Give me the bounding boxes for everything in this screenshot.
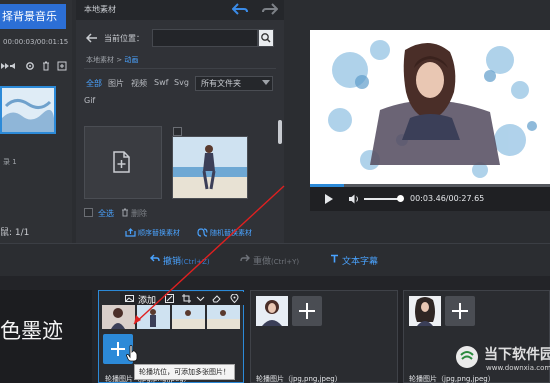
undo-label: 撤销 (163, 257, 182, 267)
volume-icon[interactable] (348, 193, 360, 205)
filter-tab-image[interactable]: 图片 (108, 78, 124, 89)
divider (84, 68, 276, 69)
title-card-text: 色墨迹 (0, 319, 63, 343)
add-file-icon[interactable] (110, 150, 132, 174)
scrollbar[interactable] (278, 120, 282, 144)
path-input[interactable] (152, 29, 258, 47)
delete-bgm-icon[interactable] (40, 60, 52, 72)
chevron-down-icon[interactable] (262, 80, 270, 86)
text-icon[interactable] (330, 254, 339, 263)
breadcrumb-separator: > (114, 56, 125, 64)
trash-icon[interactable] (121, 208, 129, 217)
left-toolbar (0, 60, 70, 74)
search-icon[interactable] (258, 29, 274, 47)
redo-icon[interactable] (240, 254, 250, 263)
current-path-label: 当前位置： (104, 34, 144, 43)
watermark-logo (455, 345, 479, 369)
page-indicator: 鼠: 1/1 (0, 228, 30, 238)
filter-tab-gif[interactable]: Gif (84, 96, 95, 105)
undo-arrow-icon[interactable] (232, 2, 248, 16)
slot-add-button[interactable] (445, 296, 475, 326)
slot-add-button[interactable] (292, 296, 322, 326)
add-bgm-icon[interactable] (56, 60, 68, 72)
filter-tab-all[interactable]: 全部 (86, 78, 102, 89)
edit-icon[interactable] (165, 294, 174, 303)
volume-adjust-icon[interactable] (8, 60, 20, 72)
slot-image-thumb[interactable] (409, 296, 441, 326)
material-checkbox[interactable] (173, 127, 182, 136)
redo-shortcut: (Ctrl+Y) (271, 258, 300, 266)
redo-button[interactable]: 重做(Ctrl+Y) (253, 254, 299, 267)
location-pin-icon[interactable] (230, 294, 239, 303)
undo-button[interactable]: 撤销(Ctrl+Z) (163, 254, 210, 267)
slot-label: 轮播图片（jpg,png,jpeg） (256, 375, 342, 383)
volume-slider[interactable] (364, 198, 400, 200)
scene-thumbnail[interactable] (0, 86, 56, 134)
crop-icon[interactable] (182, 294, 191, 303)
material-image-thumb[interactable] (172, 136, 248, 199)
filter-tab-svg[interactable]: Svg (174, 78, 189, 87)
redo-arrow-icon[interactable] (262, 2, 278, 16)
sequential-replace-button[interactable]: 顺序替换素材 (138, 228, 180, 238)
eraser-icon[interactable] (212, 294, 221, 303)
choose-bgm-button[interactable]: 择背景音乐 (0, 4, 66, 29)
volume-slider-knob[interactable] (397, 195, 404, 202)
slot-image-thumb[interactable] (256, 296, 288, 326)
hand-cursor-icon (126, 345, 138, 362)
delete-link[interactable]: 删除 (131, 208, 147, 219)
carousel-image-strip (102, 305, 240, 329)
video-preview[interactable] (310, 30, 550, 184)
select-all-link[interactable]: 全选 (98, 208, 114, 219)
bgm-time-display: 00:00:03/00:01:15 (3, 38, 69, 46)
watermark-url: www.downxia.com (486, 364, 550, 372)
chevron-down-icon[interactable] (196, 294, 205, 303)
scene-label: 录 1 (3, 158, 17, 166)
back-arrow-icon[interactable] (86, 32, 98, 44)
random-replace-button[interactable]: 随机替换素材 (210, 228, 252, 238)
filter-tab-video[interactable]: 视频 (131, 78, 147, 89)
image-icon[interactable] (125, 294, 134, 303)
slot-label: 轮播图片（jpg,png,jpeg） (409, 375, 495, 383)
filter-tab-swf[interactable]: Swf (154, 78, 168, 87)
select-all-checkbox[interactable] (84, 208, 93, 217)
breadcrumb-current[interactable]: 动画 (124, 56, 138, 64)
undo-shortcut: (Ctrl+Z) (181, 258, 210, 266)
playback-time: 00:03.46/00:27.65 (410, 194, 485, 203)
settings-icon[interactable] (24, 60, 36, 72)
breadcrumb-root[interactable]: 本地素材 (86, 56, 114, 64)
watermark-text: 当下软件园 (484, 347, 550, 363)
text-subtitle-button[interactable]: 文本字幕 (342, 254, 378, 267)
play-icon[interactable] (324, 193, 334, 205)
redo-label: 重做 (253, 257, 272, 267)
undo-icon[interactable] (150, 254, 160, 263)
sequential-replace-icon[interactable] (125, 228, 136, 237)
breadcrumb: 本地素材 > 动画 (86, 55, 138, 65)
tooltip: 轮播坑位，可添加多张图片！ (134, 364, 235, 380)
random-replace-icon[interactable] (197, 228, 208, 237)
tab-local-material[interactable]: 本地素材 (78, 0, 122, 20)
